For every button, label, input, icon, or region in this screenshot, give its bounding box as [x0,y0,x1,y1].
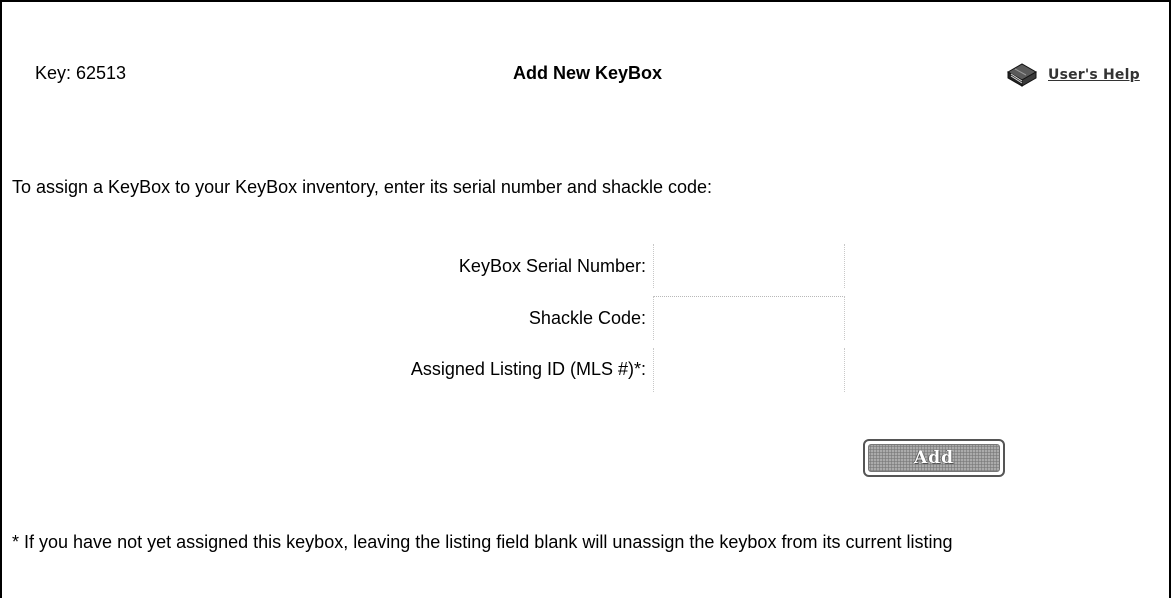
add-button-label[interactable]: Add [914,448,954,468]
page-frame: Key: 62513 Add New KeyBox User's Help To… [0,0,1171,598]
users-help-link[interactable]: User's Help [1006,61,1140,89]
serial-number-input[interactable] [653,244,845,288]
add-button-face[interactable]: Add [868,444,1000,472]
footnote: * If you have not yet assigned this keyb… [12,532,953,552]
page-title: Add New KeyBox [512,63,663,83]
intro-text: To assign a KeyBox to your KeyBox invent… [12,177,713,197]
serial-number-label: KeyBox Serial Number: [458,256,646,276]
shackle-code-label: Shackle Code: [528,308,646,328]
book-icon[interactable] [1006,61,1038,89]
add-button[interactable]: Add [863,439,1005,477]
users-help-label[interactable]: User's Help [1048,67,1140,83]
listing-id-label: Assigned Listing ID (MLS #)*: [410,359,646,379]
listing-id-input[interactable] [653,348,845,392]
shackle-code-input[interactable] [653,296,845,340]
